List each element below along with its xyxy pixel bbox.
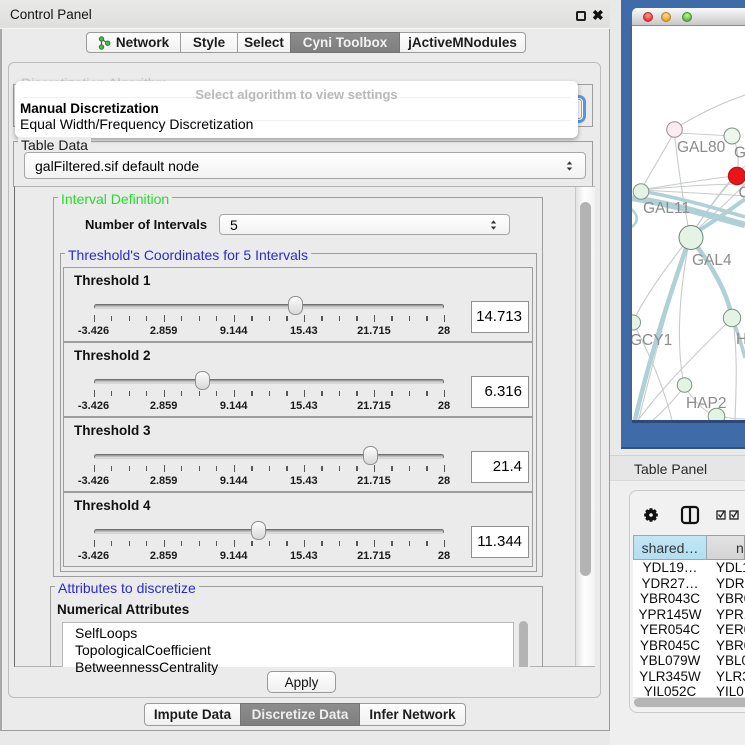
svg-text:GCY1: GCY1 — [632, 332, 672, 349]
svg-text:G.: G. — [734, 145, 745, 162]
svg-text:H: H — [736, 331, 745, 348]
svg-text:GAL11: GAL11 — [643, 200, 690, 217]
svg-text:C: C — [739, 185, 745, 202]
svg-text:HAP2: HAP2 — [686, 395, 727, 412]
svg-text:GAL4: GAL4 — [692, 252, 732, 269]
svg-text:GAL80: GAL80 — [677, 139, 726, 156]
